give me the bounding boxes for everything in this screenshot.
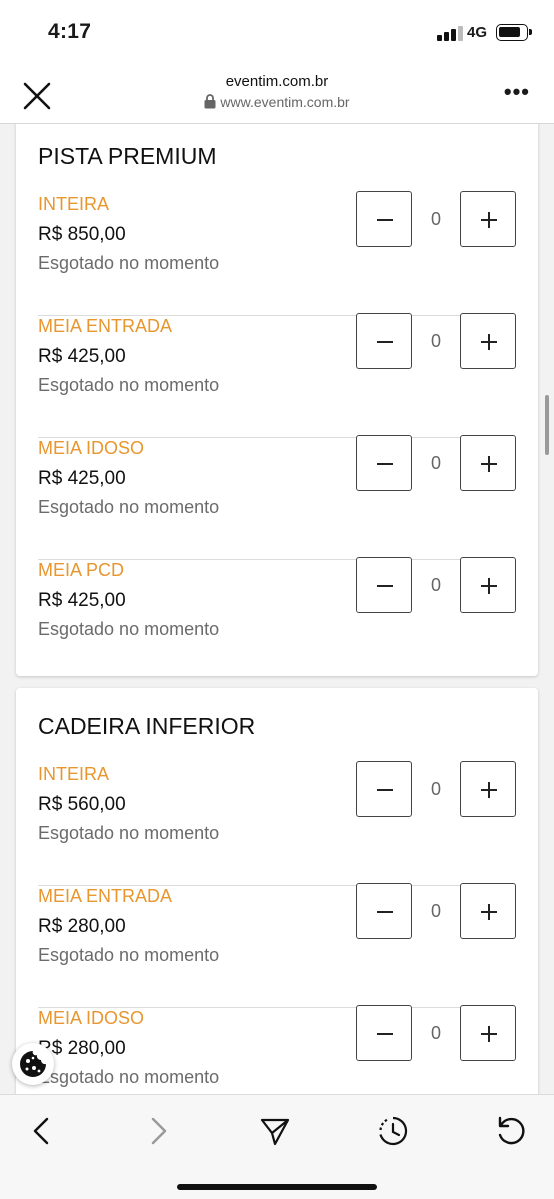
plus-icon — [481, 782, 497, 798]
decrease-quantity-button[interactable] — [356, 313, 412, 369]
ticket-row: MEIA PCD R$ 425,00 Esgotado no momento 0 — [38, 557, 516, 682]
url-text: www.eventim.com.br — [220, 94, 350, 110]
increase-quantity-button[interactable] — [460, 883, 516, 939]
scrollbar[interactable] — [545, 395, 549, 455]
ticket-price: R$ 560,00 — [38, 794, 126, 815]
ticket-name: INTEIRA — [38, 764, 110, 784]
quantity-value: 0 — [430, 209, 441, 229]
quantity-value: 0 — [430, 453, 441, 473]
more-options-button[interactable]: ••• — [503, 79, 530, 104]
ticket-price: R$ 850,00 — [38, 224, 126, 245]
browser-header: eventim.com.br www.eventim.com.br ••• — [0, 62, 554, 124]
section-card-pista-premium: PISTA PREMIUM INTEIRA R$ 850,00 Esgotado… — [16, 124, 538, 676]
ticket-status: Esgotado no momento — [38, 253, 220, 273]
minus-icon — [377, 585, 393, 587]
page-domain: eventim.com.br — [225, 73, 329, 90]
browser-toolbar — [0, 1094, 554, 1199]
ticket-name: MEIA PCD — [38, 560, 125, 580]
ticket-price: R$ 425,00 — [38, 346, 126, 367]
increase-quantity-button[interactable] — [460, 313, 516, 369]
increase-quantity-button[interactable] — [460, 1005, 516, 1061]
minus-icon — [377, 219, 393, 221]
ticket-name: MEIA IDOSO — [38, 438, 145, 458]
network-type: 4G — [467, 24, 488, 41]
minus-icon — [377, 341, 393, 343]
ticket-price: R$ 280,00 — [38, 916, 126, 937]
ticket-row: MEIA ENTRADA R$ 425,00 Esgotado no momen… — [38, 313, 516, 438]
minus-icon — [377, 1033, 393, 1035]
history-icon — [379, 1116, 408, 1146]
send-icon — [260, 1118, 290, 1146]
ticket-status: Esgotado no momento — [38, 945, 220, 965]
decrease-quantity-button[interactable] — [356, 435, 412, 491]
decrease-quantity-button[interactable] — [356, 761, 412, 817]
quantity-value: 0 — [430, 575, 441, 595]
more-icon: ••• — [503, 79, 530, 104]
ticket-price: R$ 425,00 — [38, 468, 126, 489]
ticket-status: Esgotado no momento — [38, 375, 220, 395]
ticket-row: MEIA IDOSO R$ 280,00 Esgotado no momento… — [38, 1005, 516, 1094]
plus-icon — [481, 1026, 497, 1042]
ticket-status: Esgotado no momento — [38, 619, 220, 639]
plus-icon — [481, 456, 497, 472]
ticket-row: MEIA ENTRADA R$ 280,00 Esgotado no momen… — [38, 883, 516, 1008]
ticket-status: Esgotado no momento — [38, 1067, 220, 1087]
ticket-list: PISTA PREMIUM INTEIRA R$ 850,00 Esgotado… — [0, 124, 554, 1094]
section-title: PISTA PREMIUM — [38, 143, 217, 169]
ticket-name: INTEIRA — [38, 194, 110, 214]
history-button[interactable] — [373, 1111, 413, 1151]
ticket-name: MEIA ENTRADA — [38, 316, 173, 336]
ticket-row: INTEIRA R$ 560,00 Esgotado no momento 0 — [38, 761, 516, 886]
status-bar: 4:17 4G — [0, 0, 554, 62]
increase-quantity-button[interactable] — [460, 557, 516, 613]
home-indicator[interactable] — [177, 1184, 377, 1190]
minus-icon — [377, 789, 393, 791]
section-title: CADEIRA INFERIOR — [38, 713, 256, 739]
plus-icon — [481, 212, 497, 228]
chevron-left-icon — [33, 1117, 49, 1145]
increase-quantity-button[interactable] — [460, 191, 516, 247]
status-time: 4:17 — [48, 20, 92, 43]
decrease-quantity-button[interactable] — [356, 557, 412, 613]
quantity-value: 0 — [430, 331, 441, 351]
decrease-quantity-button[interactable] — [356, 191, 412, 247]
back-button[interactable] — [22, 1111, 62, 1151]
chevron-right-icon — [151, 1117, 167, 1145]
ticket-name: MEIA IDOSO — [38, 1008, 145, 1028]
ticket-status: Esgotado no momento — [38, 497, 220, 517]
lock-icon — [204, 94, 216, 109]
minus-icon — [377, 463, 393, 465]
share-button[interactable] — [255, 1111, 295, 1151]
plus-icon — [481, 334, 497, 350]
plus-icon — [481, 578, 497, 594]
increase-quantity-button[interactable] — [460, 761, 516, 817]
decrease-quantity-button[interactable] — [356, 883, 412, 939]
reload-button[interactable] — [490, 1111, 530, 1151]
ticket-price: R$ 425,00 — [38, 590, 126, 611]
signal-icon — [437, 25, 463, 41]
section-card-cadeira-inferior: CADEIRA INFERIOR INTEIRA R$ 560,00 Esgot… — [16, 688, 538, 1094]
minus-icon — [377, 911, 393, 913]
decrease-quantity-button[interactable] — [356, 1005, 412, 1061]
plus-icon — [481, 904, 497, 920]
cookie-settings-button[interactable] — [12, 1043, 54, 1085]
forward-button[interactable] — [138, 1111, 178, 1151]
url-bar[interactable]: www.eventim.com.br — [0, 94, 554, 110]
reload-icon — [498, 1116, 525, 1145]
quantity-value: 0 — [430, 1023, 441, 1043]
ticket-row: INTEIRA R$ 850,00 Esgotado no momento 0 — [38, 191, 516, 316]
cookie-icon — [20, 1051, 46, 1077]
quantity-value: 0 — [430, 901, 441, 921]
ticket-name: MEIA ENTRADA — [38, 886, 173, 906]
quantity-value: 0 — [430, 779, 441, 799]
ticket-row: MEIA IDOSO R$ 425,00 Esgotado no momento… — [38, 435, 516, 560]
increase-quantity-button[interactable] — [460, 435, 516, 491]
battery-icon — [496, 24, 532, 41]
ticket-status: Esgotado no momento — [38, 823, 220, 843]
